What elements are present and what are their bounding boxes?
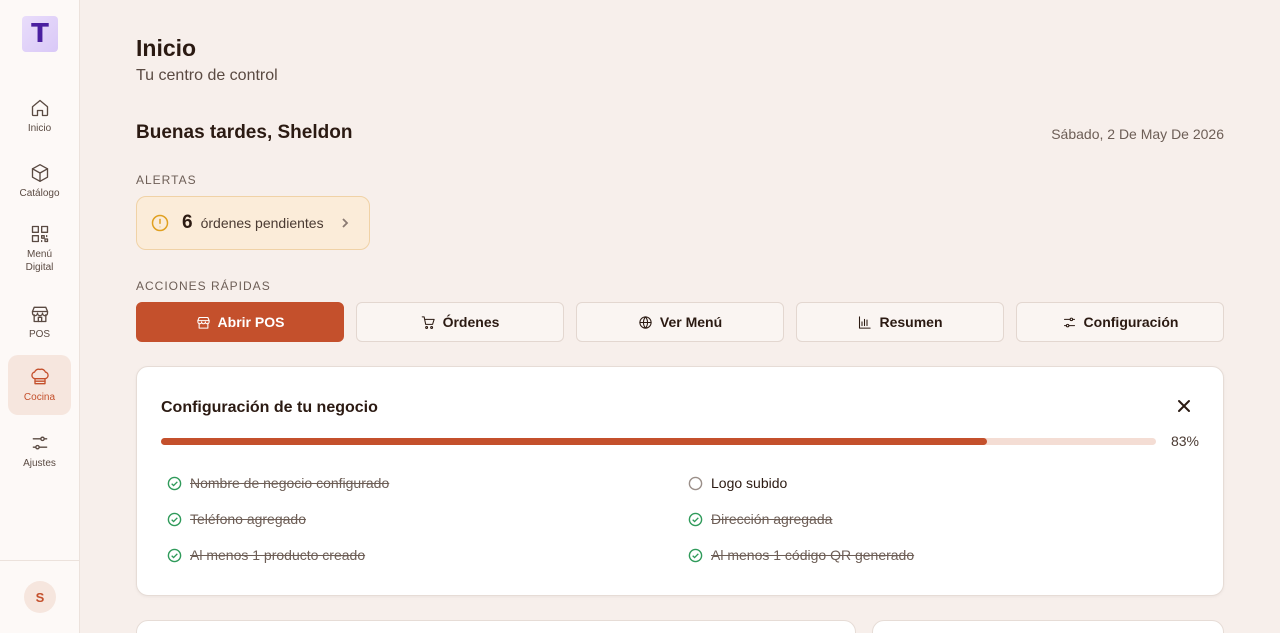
greeting: Buenas tardes, Sheldon bbox=[136, 122, 353, 143]
dashboard-card-left bbox=[136, 620, 856, 633]
app-logo[interactable]: T bbox=[22, 16, 58, 52]
checklist-item-label: Dirección agregada bbox=[711, 511, 833, 527]
page-subtitle: Tu centro de control bbox=[136, 67, 278, 84]
alerts-section-label: ALERTAS bbox=[136, 173, 197, 187]
box-icon bbox=[31, 163, 48, 182]
page-title: Inicio bbox=[136, 35, 197, 61]
avatar[interactable]: S bbox=[24, 581, 56, 613]
sidebar-item-label: Ajustes bbox=[23, 457, 56, 469]
pending-orders-alert[interactable]: 6 órdenes pendientes bbox=[136, 196, 370, 250]
alert-text: órdenes pendientes bbox=[200, 215, 324, 231]
sidebar-item-label: Menú Digital bbox=[25, 249, 54, 273]
dashboard-card-right bbox=[872, 620, 1224, 633]
quick-actions-section-label: ACCIONES RÁPIDAS bbox=[136, 279, 271, 293]
sliders-icon bbox=[1063, 317, 1075, 327]
summary-button[interactable]: Resumen bbox=[796, 302, 1004, 342]
open-pos-button[interactable]: Abrir POS bbox=[136, 302, 344, 342]
home-icon bbox=[31, 99, 48, 116]
current-date: Sábado, 2 De May De 2026 bbox=[1051, 126, 1224, 142]
checklist-item-product: Al menos 1 producto creado bbox=[167, 547, 365, 563]
checklist-item-qr-code: Al menos 1 código QR generado bbox=[688, 547, 914, 563]
checklist-item-phone: Teléfono agregado bbox=[167, 511, 306, 527]
sidebar-item-ajustes[interactable]: Ajustes bbox=[8, 427, 71, 475]
check-circle-icon bbox=[167, 512, 182, 526]
checklist-item-label: Logo subido bbox=[711, 475, 788, 491]
sidebar: T Inicio Catálogo Menú Digital POS Cocin… bbox=[0, 0, 80, 633]
check-circle-icon bbox=[688, 548, 703, 562]
summary-label: Resumen bbox=[879, 314, 943, 330]
sidebar-item-menu-digital[interactable]: Menú Digital bbox=[8, 222, 71, 276]
sidebar-item-label: Cocina bbox=[23, 391, 56, 403]
sliders-icon bbox=[32, 436, 47, 449]
view-menu-button[interactable]: Ver Menú bbox=[576, 302, 784, 342]
empty-circle-icon bbox=[688, 476, 703, 490]
sidebar-item-label: Catálogo bbox=[19, 187, 60, 199]
view-menu-label: Ver Menú bbox=[659, 314, 723, 330]
sidebar-item-cocina[interactable]: Cocina bbox=[8, 355, 71, 415]
settings-label: Configuración bbox=[1083, 314, 1179, 330]
chef-hat-icon bbox=[30, 368, 49, 384]
check-circle-icon bbox=[688, 512, 703, 526]
globe-icon bbox=[639, 315, 652, 329]
checklist-item-business-name: Nombre de negocio configurado bbox=[167, 475, 389, 491]
settings-button[interactable]: Configuración bbox=[1016, 302, 1224, 342]
checklist-item-label: Al menos 1 producto creado bbox=[190, 547, 366, 563]
checklist-item-address: Dirección agregada bbox=[688, 511, 832, 527]
sidebar-item-inicio[interactable]: Inicio bbox=[8, 92, 71, 140]
setup-title: Configuración de tu negocio bbox=[161, 399, 378, 416]
sidebar-item-pos[interactable]: POS bbox=[8, 298, 71, 346]
setup-progress-percent: 83% bbox=[1170, 433, 1199, 449]
store-icon bbox=[31, 306, 48, 322]
close-icon bbox=[1178, 400, 1190, 412]
store-icon bbox=[196, 316, 210, 329]
open-pos-label: Abrir POS bbox=[217, 314, 285, 330]
orders-button[interactable]: Órdenes bbox=[356, 302, 564, 342]
sidebar-item-catalogo[interactable]: Catálogo bbox=[8, 157, 71, 205]
sidebar-item-label: Inicio bbox=[27, 122, 52, 134]
alert-circle-icon bbox=[151, 214, 169, 232]
business-setup-card: Configuración de tu negocio 83% Nombre d… bbox=[136, 366, 1224, 596]
bar-chart-icon bbox=[859, 315, 872, 329]
sidebar-footer: S bbox=[0, 560, 79, 633]
quick-actions: Abrir POS Órdenes Ver Menú Resumen Confi… bbox=[136, 302, 1224, 342]
qr-code-icon bbox=[31, 225, 48, 243]
checklist-item-logo: Logo subido bbox=[688, 475, 787, 491]
checklist-item-label: Nombre de negocio configurado bbox=[190, 475, 390, 491]
check-circle-icon bbox=[167, 476, 182, 490]
orders-label: Órdenes bbox=[442, 314, 500, 330]
alert-count: 6 bbox=[182, 212, 193, 233]
sidebar-item-label: POS bbox=[28, 328, 51, 340]
setup-progress-bar bbox=[161, 438, 1156, 445]
chevron-right-icon bbox=[341, 218, 348, 228]
setup-progress-fill bbox=[161, 438, 987, 445]
close-setup-button[interactable] bbox=[1177, 399, 1191, 413]
cart-icon bbox=[421, 315, 435, 329]
check-circle-icon bbox=[167, 548, 182, 562]
checklist-item-label: Teléfono agregado bbox=[190, 511, 306, 527]
checklist-item-label: Al menos 1 código QR generado bbox=[711, 547, 915, 563]
